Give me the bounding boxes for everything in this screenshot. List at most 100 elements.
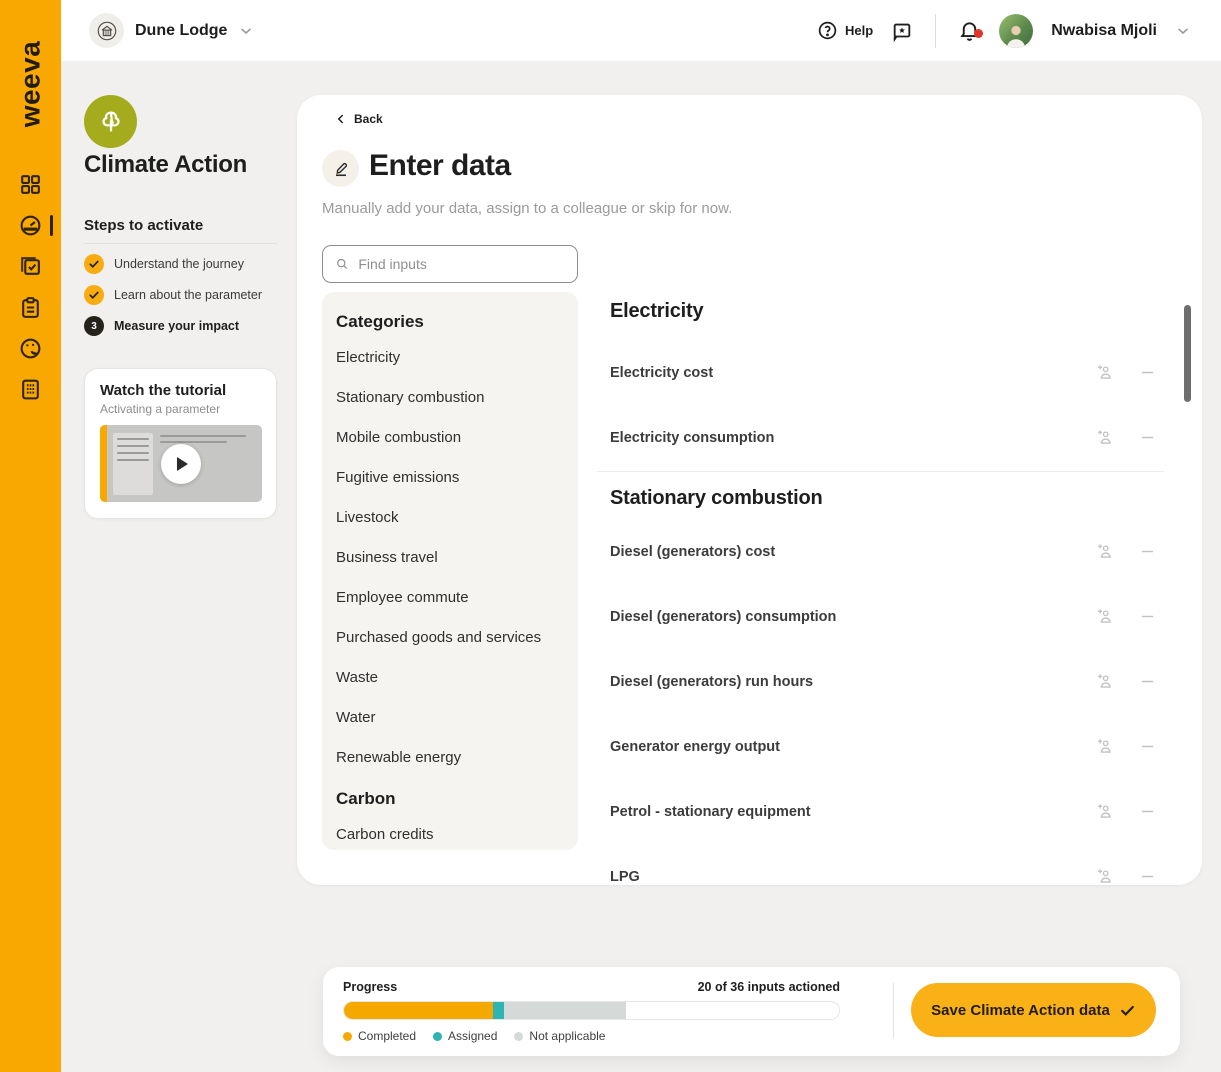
step-label: Understand the journey	[114, 257, 244, 271]
notifications-button[interactable]	[958, 19, 984, 42]
category-item-waste[interactable]: Waste	[336, 669, 564, 686]
tutorial-thumbnail[interactable]	[100, 425, 262, 502]
section-title-stationary-combustion: Stationary combustion	[610, 487, 823, 509]
progress-legend: Completed Assigned Not applicable	[343, 1029, 605, 1043]
input-label: Petrol - stationary equipment	[610, 803, 811, 820]
dashboard-grid-icon[interactable]	[18, 172, 43, 197]
category-item-business-travel[interactable]: Business travel	[336, 549, 564, 566]
play-icon	[177, 456, 188, 471]
input-label: Diesel (generators) run hours	[610, 673, 814, 690]
skip-button[interactable]	[1139, 803, 1156, 820]
active-page-indicator	[50, 215, 53, 236]
skip-button[interactable]	[1139, 868, 1156, 885]
category-item-stationary-combustion[interactable]: Stationary combustion	[336, 389, 564, 406]
category-item-carbon-credits[interactable]: Carbon credits	[336, 826, 564, 843]
clipboard-icon[interactable]	[18, 295, 43, 320]
category-item-employee-commute[interactable]: Employee commute	[336, 589, 564, 606]
progress-footer: Progress 20 of 36 inputs actioned Comple…	[323, 967, 1180, 1056]
assign-user-button[interactable]	[1095, 672, 1114, 691]
org-logo	[89, 13, 124, 48]
assign-user-button[interactable]	[1095, 363, 1114, 382]
categories-group2-title: Carbon	[336, 789, 396, 808]
checklist-icon[interactable]	[18, 254, 43, 279]
skip-button[interactable]	[1139, 543, 1156, 560]
skip-button[interactable]	[1139, 608, 1156, 625]
category-item-water[interactable]: Water	[336, 709, 564, 726]
chevron-down-icon	[241, 28, 252, 34]
org-name: Dune Lodge	[135, 21, 228, 39]
feedback-button[interactable]	[891, 20, 913, 42]
check-icon	[1120, 1005, 1134, 1016]
input-label: Generator energy output	[610, 738, 780, 755]
category-item-livestock[interactable]: Livestock	[336, 509, 564, 526]
thumbnail-decoration	[113, 433, 153, 495]
assign-user-button[interactable]	[1095, 607, 1114, 626]
user-chevron-down-icon[interactable]	[1175, 23, 1191, 39]
tutorial-title: Watch the tutorial	[100, 382, 227, 399]
calculator-icon[interactable]	[18, 377, 43, 402]
palette-icon[interactable]	[18, 336, 43, 361]
footer-divider	[893, 983, 894, 1039]
skip-button[interactable]	[1139, 364, 1156, 381]
tutorial-card: Watch the tutorial Activating a paramete…	[84, 368, 277, 519]
skip-button[interactable]	[1139, 738, 1156, 755]
feedback-icon	[893, 23, 911, 42]
section-title-electricity: Electricity	[610, 300, 704, 322]
category-item-mobile-combustion[interactable]: Mobile combustion	[336, 429, 564, 446]
search-input[interactable]	[358, 256, 565, 272]
top-bar-divider	[935, 13, 937, 48]
back-button[interactable]: Back	[335, 112, 383, 126]
input-label: Diesel (generators) cost	[610, 543, 776, 560]
input-row: Electricity consumption	[610, 405, 1164, 470]
progress-segment-assigned	[492, 1002, 505, 1019]
assign-user-button[interactable]	[1095, 542, 1114, 561]
legend-dot-completed	[343, 1031, 352, 1041]
save-button[interactable]: Save Climate Action data	[911, 983, 1156, 1037]
page-title: Enter data	[369, 149, 511, 182]
user-avatar[interactable]	[999, 13, 1034, 48]
input-label: Diesel (generators) consumption	[610, 608, 837, 625]
user-name[interactable]: Nwabisa Mjoli	[1051, 22, 1157, 40]
inputs-list: Electricity Electricity cost Electricity…	[597, 300, 1164, 885]
category-item-electricity[interactable]: Electricity	[336, 349, 564, 366]
input-row: Diesel (generators) cost	[610, 519, 1164, 584]
rail-nav	[0, 172, 61, 402]
categories-panel: Categories Electricity Stationary combus…	[322, 292, 578, 850]
step-measure-impact[interactable]: 3 Measure your impact	[84, 316, 262, 336]
assign-user-button[interactable]	[1095, 867, 1114, 885]
assign-user-button[interactable]	[1095, 802, 1114, 821]
input-row: Electricity cost	[610, 340, 1164, 405]
step-learn-parameter[interactable]: Learn about the parameter	[84, 285, 262, 305]
play-button[interactable]	[161, 443, 201, 484]
category-item-renewable-energy[interactable]: Renewable energy	[336, 749, 564, 766]
step-check-icon	[84, 254, 104, 274]
skip-button[interactable]	[1139, 673, 1156, 690]
pencil-icon	[335, 162, 347, 176]
step-number-badge: 3	[84, 316, 104, 336]
help-icon	[818, 21, 837, 40]
progress-bar	[343, 1001, 840, 1020]
category-item-fugitive-emissions[interactable]: Fugitive emissions	[336, 469, 564, 486]
scrollbar-thumb[interactable]	[1184, 305, 1191, 402]
steps-list: Understand the journey Learn about the p…	[84, 254, 262, 336]
page-subtitle: Manually add your data, assign to a coll…	[322, 200, 733, 217]
assign-user-button[interactable]	[1095, 428, 1114, 447]
category-item-purchased-goods[interactable]: Purchased goods and services	[336, 629, 564, 646]
input-label: LPG	[610, 868, 640, 885]
legend-assigned: Assigned	[433, 1029, 497, 1043]
assign-user-button[interactable]	[1095, 737, 1114, 756]
gauge-icon[interactable]	[18, 213, 53, 238]
parameter-title: Climate Action	[84, 151, 247, 178]
search-icon	[337, 258, 348, 269]
legend-dot-assigned	[433, 1031, 443, 1041]
tutorial-subtitle: Activating a parameter	[100, 402, 221, 416]
help-button[interactable]: Help	[817, 20, 873, 41]
step-understand-journey[interactable]: Understand the journey	[84, 254, 262, 274]
progress-status: 20 of 36 inputs actioned	[697, 980, 840, 994]
search-field	[322, 245, 578, 283]
notification-badge	[974, 29, 984, 38]
climate-action-badge	[84, 95, 137, 148]
skip-button[interactable]	[1139, 429, 1156, 446]
steps-divider	[84, 243, 277, 244]
org-switcher[interactable]: Dune Lodge	[89, 13, 254, 48]
